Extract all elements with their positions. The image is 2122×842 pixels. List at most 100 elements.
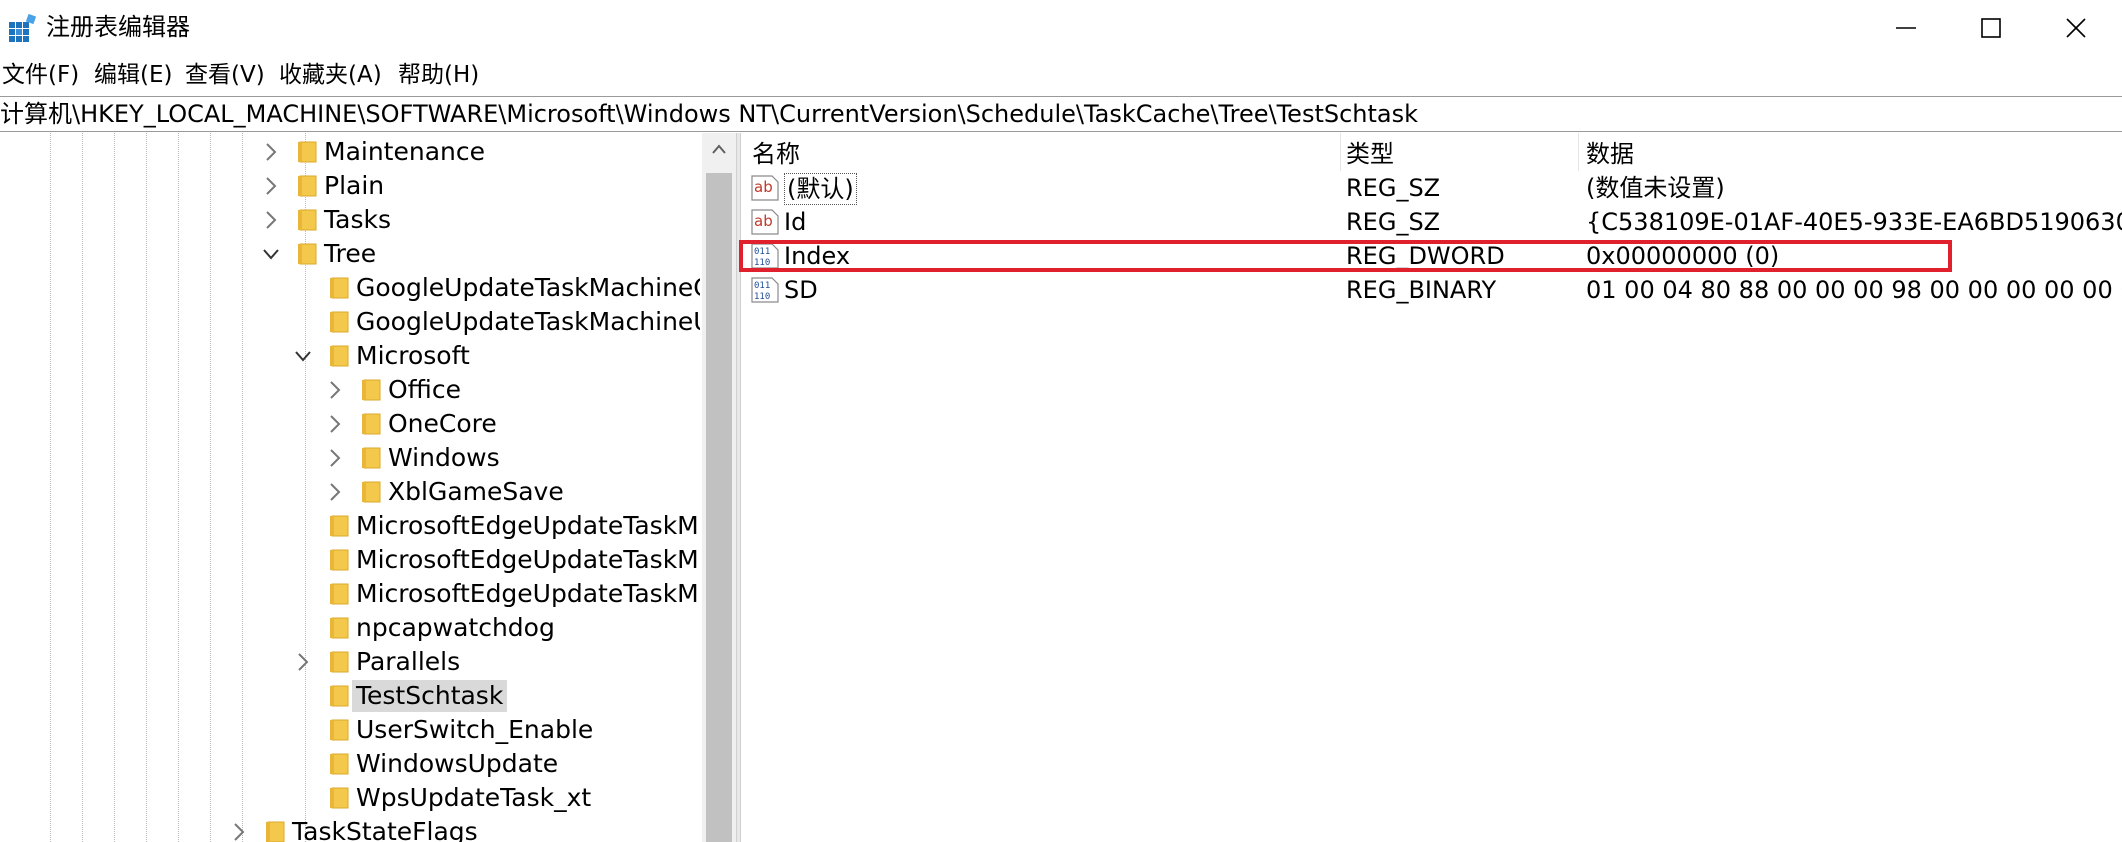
chevron-right-icon[interactable] — [326, 412, 344, 436]
chevron-right-icon[interactable] — [326, 378, 344, 402]
maximize-icon — [1981, 18, 2001, 38]
folder-icon — [362, 447, 381, 469]
menu-help[interactable]: 帮助(H) — [398, 60, 479, 90]
menu-edit[interactable]: 编辑(E) — [94, 60, 172, 90]
address-bar[interactable]: 计算机\HKEY_LOCAL_MACHINE\SOFTWARE\Microsof… — [0, 96, 2122, 132]
value-name: SD — [784, 276, 818, 304]
scrollbar-thumb[interactable] — [706, 173, 732, 842]
title-bar: 注册表编辑器 — [0, 0, 2122, 56]
svg-text:ab: ab — [754, 178, 773, 196]
chevron-right-icon[interactable] — [262, 140, 280, 164]
binary-value-icon: 011110 — [751, 277, 779, 303]
tree-item[interactable]: XblGameSave — [0, 475, 700, 509]
string-value-icon: ab — [751, 175, 779, 201]
tree-item[interactable]: Microsoft — [0, 339, 700, 373]
folder-icon — [330, 345, 349, 367]
chevron-up-icon — [712, 144, 726, 154]
tree-item[interactable]: Tasks — [0, 203, 700, 237]
column-header-name[interactable]: 名称 — [752, 139, 800, 169]
tree-item-label: OneCore — [388, 409, 497, 438]
folder-icon — [330, 617, 349, 639]
tree-item[interactable]: Maintenance — [0, 135, 700, 169]
tree-item-label: TestSchtask — [352, 680, 508, 712]
value-type: REG_SZ — [1346, 208, 1441, 236]
value-row[interactable]: 011 110 SD REG_BINARY 01 00 04 80 88 00 00 0… — [742, 273, 2122, 307]
minimize-icon — [1896, 27, 1916, 29]
value-row[interactable]: ab (默认) REG_SZ (数值未设置) — [742, 171, 2122, 205]
column-separator[interactable] — [1578, 133, 1579, 171]
tree-item[interactable]: TaskStateFlags — [0, 815, 700, 842]
tree-item[interactable]: OneCore — [0, 407, 700, 441]
folder-icon — [330, 583, 349, 605]
tree-item[interactable]: Plain — [0, 169, 700, 203]
folder-icon — [330, 787, 349, 809]
folder-icon — [298, 175, 317, 197]
highlight-box — [739, 240, 1952, 272]
string-value-icon: ab — [751, 209, 779, 235]
chevron-down-icon[interactable] — [262, 242, 280, 266]
tree-item[interactable]: Parallels — [0, 645, 700, 679]
chevron-right-icon[interactable] — [294, 650, 312, 674]
tree-item[interactable]: Office — [0, 373, 700, 407]
value-type: REG_BINARY — [1346, 276, 1497, 304]
tree-item-label: WindowsUpdate — [356, 749, 559, 778]
tree-item-label: Windows — [388, 443, 500, 472]
tree-item-label: Tasks — [324, 205, 391, 234]
column-header-data[interactable]: 数据 — [1586, 139, 1634, 169]
value-name: (默认) — [784, 173, 857, 205]
registry-editor-icon — [9, 13, 37, 42]
chevron-right-icon[interactable] — [326, 480, 344, 504]
folder-icon — [362, 413, 381, 435]
folder-icon — [362, 379, 381, 401]
column-header-type[interactable]: 类型 — [1346, 139, 1394, 169]
value-data: {C538109E-01AF-40E5-933E-EA6BD5190630} — [1586, 208, 2122, 236]
folder-icon — [330, 311, 349, 333]
tree-item-label: WpsUpdateTask_xt — [356, 783, 592, 812]
chevron-down-icon[interactable] — [294, 344, 312, 368]
tree-item[interactable]: MicrosoftEdgeUpdateTaskMachineUA — [0, 577, 700, 611]
folder-icon — [330, 685, 349, 707]
tree-item[interactable]: Tree — [0, 237, 700, 271]
folder-icon — [330, 549, 349, 571]
tree-item[interactable]: GoogleUpdateTaskMachineCore — [0, 271, 700, 305]
tree-item[interactable]: UserSwitch_Enable — [0, 713, 700, 747]
tree-item[interactable]: WindowsUpdate — [0, 747, 700, 781]
chevron-right-icon[interactable] — [230, 820, 248, 842]
tree-item[interactable]: WpsUpdateTask_xt — [0, 781, 700, 815]
folder-icon — [362, 481, 381, 503]
folder-icon — [330, 277, 349, 299]
menu-file[interactable]: 文件(F) — [2, 60, 79, 90]
value-row[interactable]: ab Id REG_SZ {C538109E-01AF-40E5-933E-EA6BD… — [742, 205, 2122, 239]
tree-item-label: GoogleUpdateTaskMachineCore — [356, 273, 700, 302]
close-button[interactable] — [2030, 0, 2122, 56]
chevron-right-icon[interactable] — [262, 174, 280, 198]
folder-icon — [298, 141, 317, 163]
svg-text:011: 011 — [754, 281, 770, 291]
column-separator[interactable] — [1340, 133, 1341, 171]
minimize-button[interactable] — [1860, 0, 1952, 56]
chevron-right-icon[interactable] — [262, 208, 280, 232]
scroll-up-button[interactable] — [702, 133, 736, 167]
maximize-button[interactable] — [1945, 0, 2037, 56]
tree-item-label: Microsoft — [356, 341, 470, 370]
tree-item-label: GoogleUpdateTaskMachineUA — [356, 307, 700, 336]
tree-scrollbar[interactable] — [702, 133, 736, 842]
tree-item[interactable]: MicrosoftEdgeUpdateTaskMachineUA — [0, 543, 700, 577]
menu-view[interactable]: 查看(V) — [185, 60, 265, 90]
tree-item-label: TaskStateFlags — [292, 817, 478, 842]
tree-item[interactable]: TestSchtask — [0, 679, 700, 713]
tree-item[interactable]: MicrosoftEdgeUpdateTaskMachineCore — [0, 509, 700, 543]
folder-icon — [330, 651, 349, 673]
chevron-right-icon[interactable] — [326, 446, 344, 470]
tree-item-label: MicrosoftEdgeUpdateTaskMachineUA — [356, 579, 700, 608]
window-title: 注册表编辑器 — [46, 13, 190, 41]
tree-item[interactable]: Windows — [0, 441, 700, 475]
tree-item-label: Parallels — [356, 647, 461, 676]
value-name: Id — [784, 208, 807, 236]
tree-item[interactable]: npcapwatchdog — [0, 611, 700, 645]
key-tree-clip: Maintenance Plain Tasks Tree GoogleUpdateTas… — [0, 133, 700, 842]
key-tree-pane[interactable]: Maintenance Plain Tasks Tree GoogleUpdateTas… — [0, 133, 702, 842]
tree-item[interactable]: GoogleUpdateTaskMachineUA — [0, 305, 700, 339]
address-path[interactable]: 计算机\HKEY_LOCAL_MACHINE\SOFTWARE\Microsof… — [0, 99, 1418, 129]
menu-favorites[interactable]: 收藏夹(A) — [279, 60, 382, 90]
